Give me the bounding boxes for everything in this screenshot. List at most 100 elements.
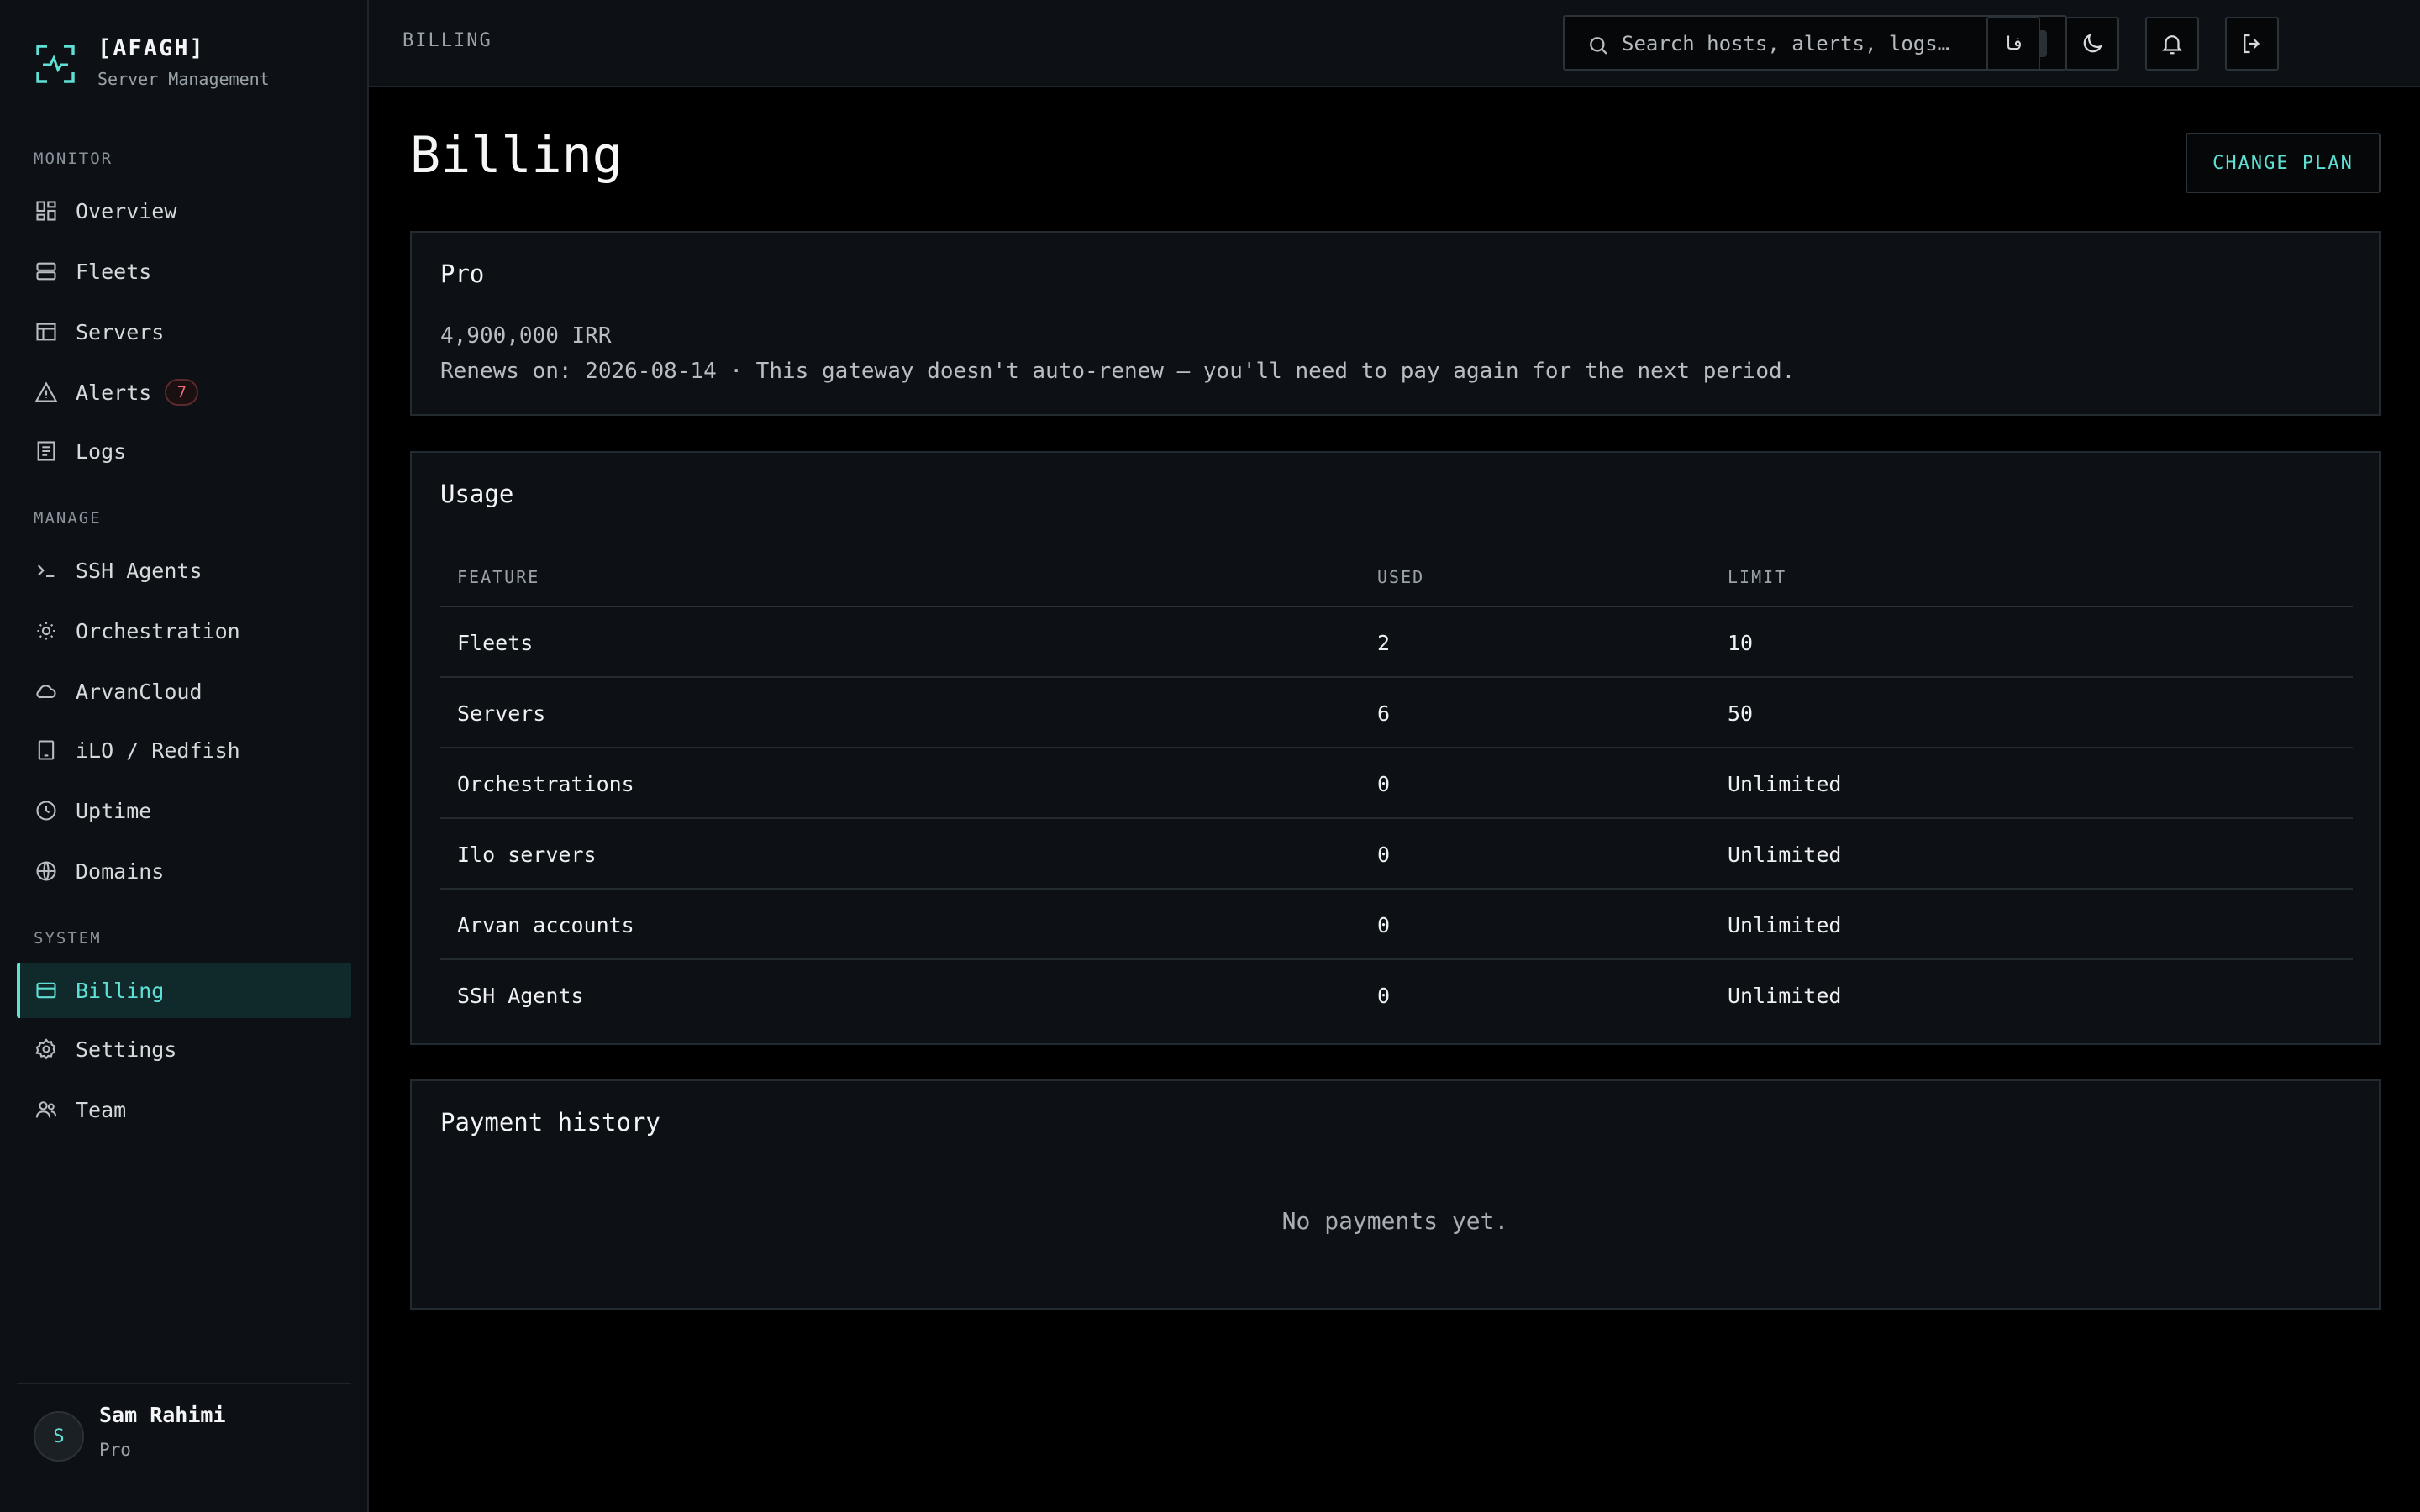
bell-icon	[2162, 35, 2182, 55]
nav-item-ssh-agents[interactable]: SSH Agents	[17, 543, 351, 598]
sidebar: [AFAGH] Server Management MONITOR Overvi…	[0, 0, 369, 1512]
logout-button[interactable]	[2225, 17, 2279, 71]
limit-cell: Unlimited	[1728, 984, 1842, 1008]
table-row: Ilo servers 0 Unlimited	[440, 819, 2353, 890]
theme-toggle-button[interactable]	[2065, 17, 2119, 71]
page-title: Billing	[410, 126, 623, 185]
moon-icon	[2083, 33, 2103, 53]
credit-card-icon	[34, 978, 59, 1003]
feature-cell: Servers	[457, 701, 546, 726]
nav-label-arvancloud: ArvanCloud	[76, 679, 203, 704]
column-header-limit: LIMIT	[1728, 567, 1787, 587]
section-label-monitor: MONITOR	[34, 150, 113, 168]
document-icon	[34, 438, 59, 464]
table-row: SSH Agents 0 Unlimited	[440, 960, 2353, 1031]
nav-label-orchestration: Orchestration	[76, 618, 240, 643]
nav-item-servers[interactable]: Servers	[17, 304, 351, 360]
nav-item-ilo-redfish[interactable]: iLO / Redfish	[17, 722, 351, 778]
nav-label-servers: Servers	[76, 319, 165, 344]
used-cell: 2	[1377, 631, 1391, 655]
table-row: Orchestrations 0 Unlimited	[440, 748, 2353, 819]
plan-renewal-note: Renews on: 2026-08-14 · This gateway doe…	[440, 359, 1796, 384]
nav-item-alerts[interactable]: Alerts 7	[17, 365, 351, 420]
section-label-system: SYSTEM	[34, 929, 102, 948]
nav-item-settings[interactable]: Settings	[17, 1021, 351, 1077]
table-icon	[34, 319, 59, 344]
change-plan-button[interactable]: CHANGE PLAN	[2186, 133, 2381, 193]
warning-triangle-icon	[34, 380, 59, 405]
brand[interactable]: [AFAGH] Server Management	[35, 34, 355, 101]
feature-cell: Fleets	[457, 631, 534, 655]
nav-label-ssh-agents: SSH Agents	[76, 558, 203, 583]
limit-cell: Unlimited	[1728, 843, 1842, 867]
language-toggle-button[interactable]: فا	[1986, 17, 2040, 71]
nav-item-overview[interactable]: Overview	[17, 183, 351, 239]
nav-item-uptime[interactable]: Uptime	[17, 783, 351, 838]
app-root: [AFAGH] Server Management MONITOR Overvi…	[0, 0, 2420, 1512]
user-profile[interactable]: S Sam Rahimi Pro	[17, 1383, 351, 1483]
usage-title: Usage	[440, 480, 514, 508]
table-row: Fleets 2 10	[440, 607, 2353, 678]
payment-history-title: Payment history	[440, 1108, 660, 1137]
payment-history-card: Payment history No payments yet.	[410, 1079, 2381, 1310]
nav-label-overview: Overview	[76, 198, 177, 223]
alerts-count-badge: 7	[165, 379, 199, 406]
feature-cell: Ilo servers	[457, 843, 597, 867]
language-label: فا	[2002, 33, 2025, 55]
section-label-manage: MANAGE	[34, 509, 102, 528]
server-stack-icon	[34, 259, 59, 284]
brand-name: [AFAGH]	[97, 35, 205, 61]
column-header-feature: FEATURE	[457, 567, 540, 587]
logout-icon	[2244, 34, 2260, 54]
used-cell: 0	[1377, 843, 1391, 867]
nav-label-uptime: Uptime	[76, 798, 152, 823]
plan-card: Pro 4,900,000 IRR Renews on: 2026-08-14 …	[410, 231, 2381, 416]
nav-item-domains[interactable]: Domains	[17, 843, 351, 899]
table-row: Servers 6 50	[440, 678, 2353, 748]
feature-cell: SSH Agents	[457, 984, 584, 1008]
usage-table: FEATURE USED LIMIT Fleets 2 10 Servers 6…	[440, 545, 2353, 1031]
notifications-button[interactable]	[2145, 17, 2199, 71]
avatar: S	[34, 1411, 84, 1462]
nav-item-logs[interactable]: Logs	[17, 423, 351, 479]
nav-label-ilo-redfish: iLO / Redfish	[76, 738, 240, 763]
nav-label-fleets: Fleets	[76, 259, 152, 284]
feature-cell: Arvan accounts	[457, 913, 634, 937]
used-cell: 6	[1377, 701, 1391, 726]
user-plan: Pro	[99, 1440, 131, 1460]
plan-price: 4,900,000 IRR	[440, 323, 612, 349]
users-icon	[34, 1097, 59, 1122]
search-icon	[1590, 37, 1607, 55]
globe-icon	[34, 858, 59, 884]
usage-table-header: FEATURE USED LIMIT	[440, 545, 2353, 607]
terminal-icon	[34, 558, 59, 583]
nav-item-arvancloud[interactable]: ArvanCloud	[17, 664, 351, 719]
limit-cell: 10	[1728, 631, 1754, 655]
user-name: Sam Rahimi	[99, 1403, 226, 1427]
limit-cell: Unlimited	[1728, 772, 1842, 796]
breadcrumb: BILLING	[402, 30, 492, 51]
nav-label-settings: Settings	[76, 1037, 177, 1062]
nav-item-team[interactable]: Team	[17, 1082, 351, 1137]
payments-empty-state: No payments yet.	[1281, 1207, 1509, 1235]
cloud-icon	[34, 679, 59, 704]
nav-label-team: Team	[76, 1097, 127, 1122]
nav-item-fleets[interactable]: Fleets	[17, 244, 351, 299]
limit-cell: Unlimited	[1728, 913, 1842, 937]
nav-item-orchestration[interactable]: Orchestration	[17, 603, 351, 659]
nav-label-domains: Domains	[76, 858, 165, 884]
column-header-used: USED	[1377, 567, 1425, 587]
grid-icon	[34, 198, 59, 223]
feature-cell: Orchestrations	[457, 772, 634, 796]
limit-cell: 50	[1728, 701, 1754, 726]
nav-label-billing: Billing	[76, 978, 165, 1003]
plan-name: Pro	[440, 260, 485, 288]
tablet-icon	[34, 738, 59, 763]
nav-item-billing[interactable]: Billing	[17, 963, 351, 1018]
search-input[interactable]	[1620, 27, 1990, 60]
pulse-frame-logo-icon	[36, 45, 75, 83]
brand-subtitle: Server Management	[97, 69, 270, 89]
used-cell: 0	[1377, 913, 1391, 937]
clock-icon	[34, 798, 59, 823]
table-row: Arvan accounts 0 Unlimited	[440, 890, 2353, 960]
